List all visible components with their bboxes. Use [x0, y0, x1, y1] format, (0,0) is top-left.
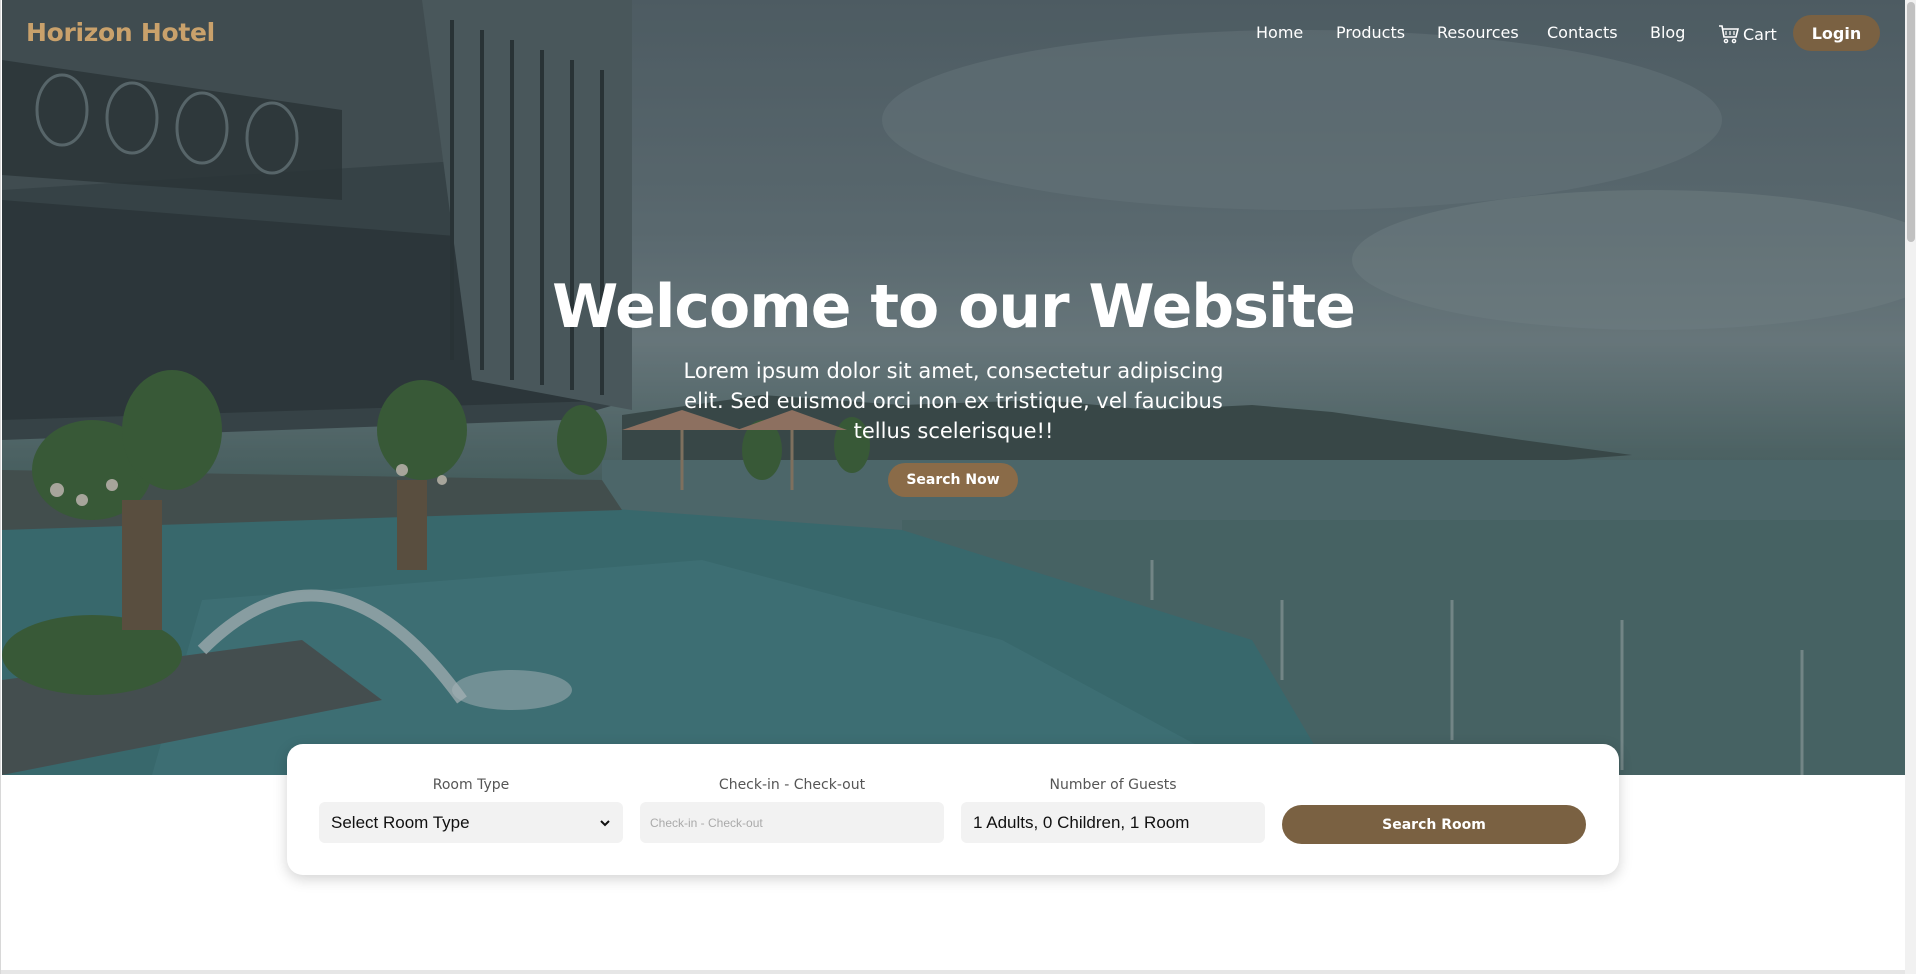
guests-input[interactable]: 1 Adults, 0 Children, 1 Room: [961, 802, 1265, 843]
room-type-value: Select Room Type: [331, 812, 470, 832]
nav-resources[interactable]: Resources: [1437, 22, 1519, 44]
page-bottom-divider: [1, 970, 1905, 974]
nav-contacts[interactable]: Contacts: [1547, 22, 1618, 44]
chevron-down-icon: [600, 819, 610, 826]
cart-label: Cart: [1743, 24, 1777, 44]
room-type-select[interactable]: Select Room Type: [319, 802, 623, 843]
main-nav: Home Products Resources Contacts Blog Ca…: [1, 22, 1916, 52]
nav-home[interactable]: Home: [1256, 22, 1303, 44]
hero-subtitle: Lorem ipsum dolor sit amet, consectetur …: [683, 359, 1224, 443]
guests-label: Number of Guests: [1049, 777, 1177, 793]
nav-products[interactable]: Products: [1336, 22, 1405, 44]
dates-label: Check-in - Check-out: [718, 777, 866, 793]
cart-icon: [1719, 25, 1740, 44]
search-now-button[interactable]: Search Now: [888, 463, 1018, 497]
login-button[interactable]: Login: [1793, 15, 1880, 51]
page: Horizon Hotel Home Products Resources Co…: [0, 0, 1916, 974]
scrollbar[interactable]: [1905, 0, 1916, 974]
room-type-label: Room Type: [432, 777, 510, 793]
nav-blog[interactable]: Blog: [1650, 22, 1685, 44]
dates-input[interactable]: Check-in - Check-out: [640, 802, 944, 843]
scrollbar-thumb[interactable]: [1907, 2, 1915, 242]
nav-cart[interactable]: Cart: [1717, 22, 1777, 46]
search-room-button[interactable]: Search Room: [1282, 805, 1586, 844]
hero-title: Welcome to our Website: [552, 272, 1356, 342]
booking-card: Room Type Select Room Type Check-in - Ch…: [287, 744, 1619, 875]
